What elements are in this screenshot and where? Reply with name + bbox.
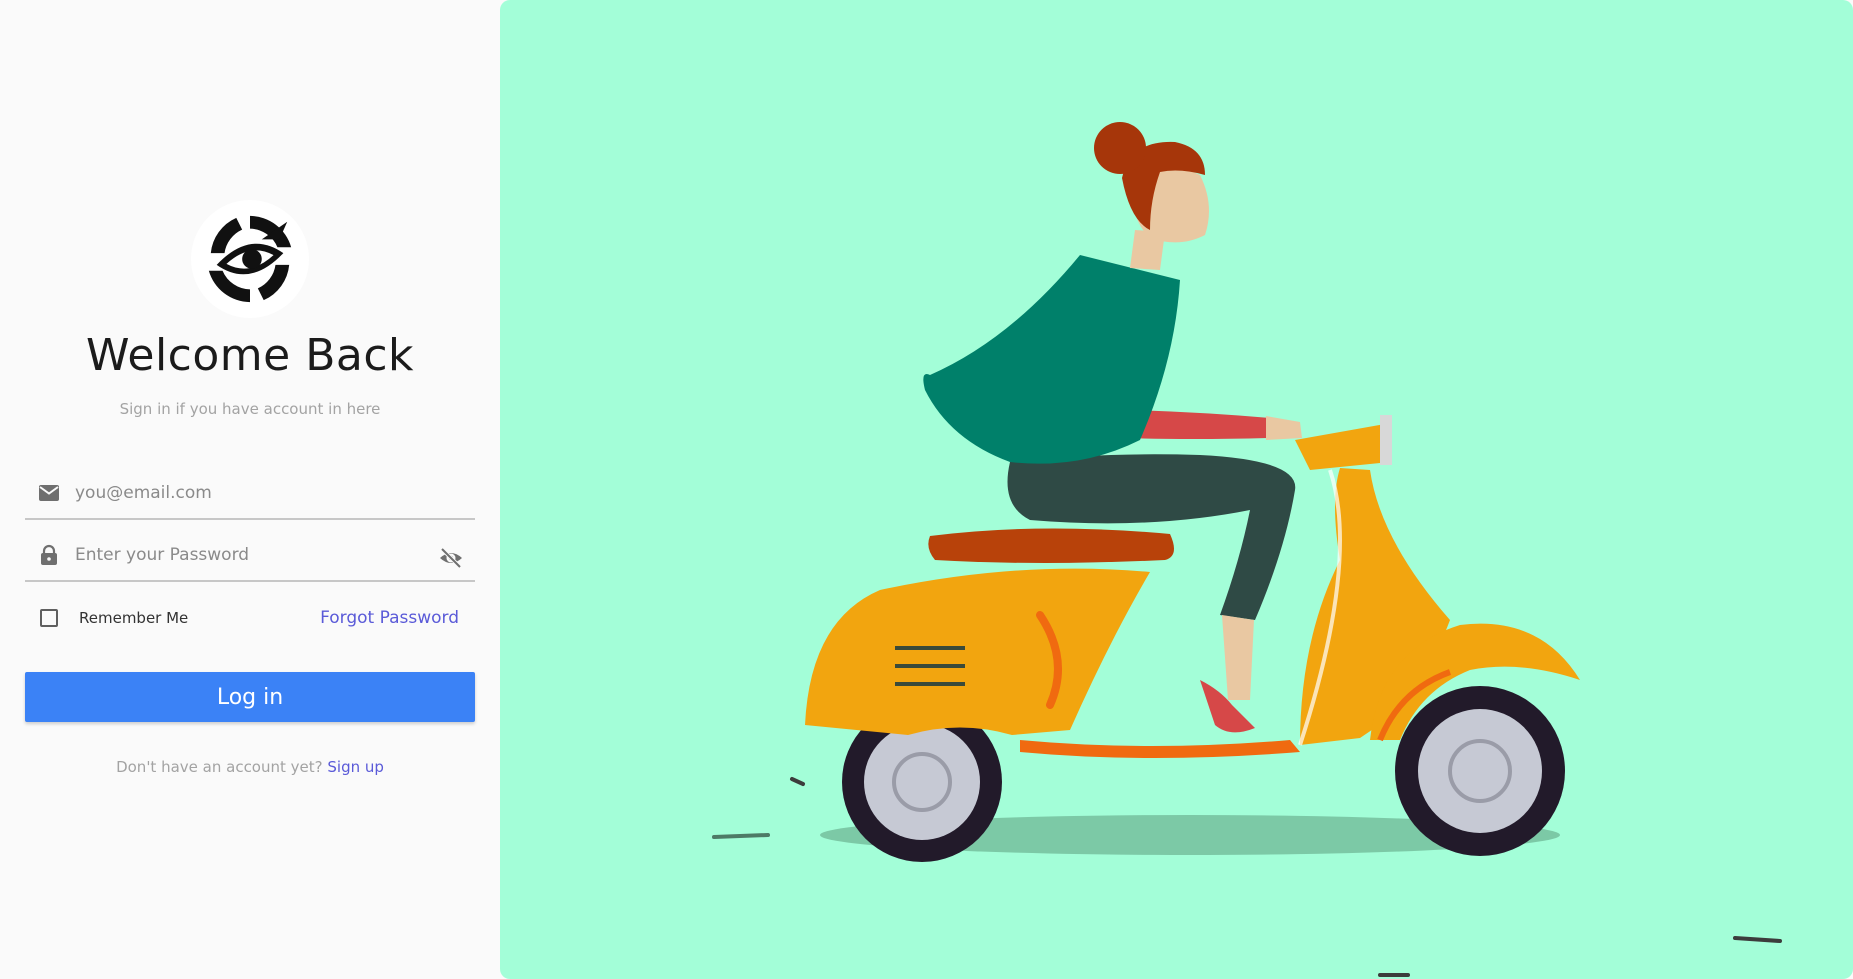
remember-row: Remember Me Forgot Password — [25, 600, 475, 636]
illustration-panel — [500, 0, 1853, 979]
email-input[interactable] — [73, 472, 417, 514]
password-field — [25, 530, 475, 582]
logo — [191, 200, 309, 318]
remember-me-checkbox[interactable] — [40, 609, 58, 627]
email-field — [25, 468, 475, 520]
signup-link[interactable]: Sign up — [327, 758, 384, 776]
signup-prompt: Don't have an account yet? — [116, 758, 323, 776]
lock-icon — [37, 543, 61, 567]
scooter-rider-illustration — [712, 122, 1782, 977]
password-input[interactable] — [73, 534, 417, 576]
page-subtitle: Sign in if you have account in here — [119, 400, 381, 418]
remember-me-label: Remember Me — [79, 609, 189, 627]
eye-logo-icon — [204, 213, 296, 305]
login-panel: Welcome Back Sign in if you have account… — [0, 0, 500, 979]
signup-row: Don't have an account yet? Sign up — [0, 758, 500, 776]
forgot-password-link[interactable]: Forgot Password — [320, 608, 459, 628]
eye-off-icon[interactable] — [439, 546, 463, 570]
login-button[interactable]: Log in — [25, 672, 475, 722]
mail-icon — [37, 481, 61, 505]
page-title: Welcome Back — [85, 330, 415, 381]
